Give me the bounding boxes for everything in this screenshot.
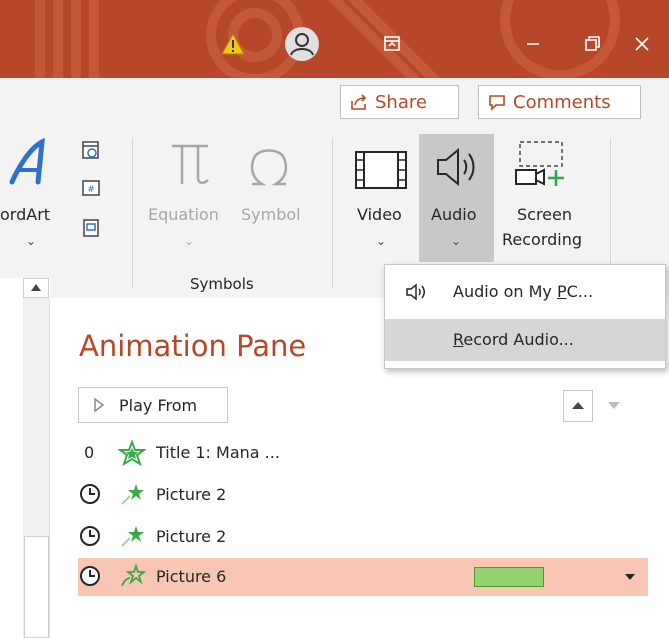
title-bar-pattern bbox=[35, 0, 620, 78]
minimize-icon[interactable] bbox=[515, 28, 551, 60]
animation-item[interactable]: 0 Title 1: Mana ... bbox=[78, 434, 648, 472]
share-icon bbox=[351, 94, 367, 110]
ribbon-separator bbox=[132, 138, 133, 288]
play-icon bbox=[94, 397, 105, 413]
caret-down-icon bbox=[608, 402, 620, 409]
animation-item[interactable]: Picture 2 bbox=[78, 476, 648, 514]
emphasis-star-icon bbox=[121, 526, 144, 547]
animation-item[interactable]: Picture 2 bbox=[78, 518, 648, 556]
equation-icon[interactable] bbox=[168, 138, 212, 188]
symbols-group-label: Symbols bbox=[190, 275, 254, 293]
menu-item-label: Record Audio... bbox=[453, 330, 574, 349]
entrance-star-icon bbox=[118, 440, 146, 466]
screen-recording-icon[interactable] bbox=[512, 140, 570, 192]
date-time-icon[interactable] bbox=[80, 138, 102, 162]
menu-item-label: Audio on My PC... bbox=[453, 282, 594, 301]
play-from-label: Play From bbox=[119, 395, 198, 415]
svg-text:#: # bbox=[87, 185, 95, 195]
ribbon-display-options-icon[interactable] bbox=[374, 28, 410, 60]
record-audio-menu-item[interactable]: Record Audio... bbox=[385, 319, 665, 361]
audio-on-my-pc-menu-item[interactable]: Audio on My PC... bbox=[385, 271, 665, 313]
caret-up-icon bbox=[572, 402, 584, 409]
share-label: Share bbox=[375, 91, 427, 113]
animation-item-label: Picture 6 bbox=[156, 567, 227, 586]
animation-item-label: Title 1: Mana ... bbox=[156, 443, 280, 462]
wordart-icon[interactable] bbox=[8, 138, 48, 188]
equation-label[interactable]: Equation bbox=[148, 205, 219, 224]
user-avatar-icon[interactable] bbox=[285, 27, 319, 61]
timing-bar[interactable] bbox=[474, 567, 544, 587]
chevron-down-icon[interactable]: ⌄ bbox=[26, 234, 36, 248]
close-icon[interactable] bbox=[624, 28, 660, 60]
play-from-button[interactable]: Play From bbox=[78, 387, 228, 423]
share-bar: Share Comments bbox=[0, 78, 669, 130]
vertical-scrollbar[interactable] bbox=[0, 278, 50, 638]
restore-icon[interactable] bbox=[574, 28, 610, 60]
emphasis-star-icon bbox=[121, 484, 144, 505]
scrollbar-thumb[interactable] bbox=[24, 536, 49, 638]
comments-button[interactable]: Comments bbox=[478, 85, 641, 119]
animation-item-label: Picture 2 bbox=[156, 527, 227, 546]
move-later-button[interactable] bbox=[600, 390, 630, 422]
animation-item-label: Picture 2 bbox=[156, 485, 227, 504]
clock-icon bbox=[80, 566, 100, 586]
motion-star-icon bbox=[121, 564, 146, 587]
audio-label[interactable]: Audio bbox=[431, 205, 476, 224]
chevron-down-icon[interactable]: ⌄ bbox=[451, 234, 461, 248]
slide-number-icon[interactable]: # bbox=[80, 178, 102, 200]
animation-item-selected[interactable]: Picture 6 bbox=[78, 558, 648, 596]
chevron-down-icon[interactable]: ⌄ bbox=[376, 234, 386, 248]
comment-icon bbox=[489, 95, 505, 111]
object-icon[interactable] bbox=[80, 216, 102, 240]
clock-icon bbox=[80, 484, 100, 504]
video-icon[interactable] bbox=[354, 150, 408, 190]
screen-recording-label-line1[interactable]: Screen bbox=[517, 205, 572, 224]
speaker-icon[interactable] bbox=[432, 142, 482, 192]
move-earlier-button[interactable] bbox=[563, 390, 593, 422]
comments-label: Comments bbox=[513, 91, 611, 113]
omega-symbol-icon[interactable] bbox=[246, 138, 292, 188]
speaker-icon bbox=[406, 283, 425, 301]
animation-order-number: 0 bbox=[84, 443, 95, 462]
caret-up-icon bbox=[31, 284, 41, 291]
chevron-down-icon[interactable]: ⌄ bbox=[184, 234, 194, 248]
clock-icon bbox=[80, 526, 100, 546]
dropdown-arrow-icon[interactable] bbox=[623, 570, 637, 584]
audio-dropdown-menu: Audio on My PC... Record Audio... bbox=[384, 264, 666, 369]
screen-recording-label-line2[interactable]: Recording bbox=[502, 230, 582, 249]
share-button[interactable]: Share bbox=[340, 85, 459, 119]
symbol-label[interactable]: Symbol bbox=[241, 205, 301, 224]
ribbon-separator bbox=[332, 138, 333, 288]
pane-title: Animation Pane bbox=[79, 329, 307, 363]
title-bar bbox=[0, 0, 669, 78]
warning-icon[interactable] bbox=[221, 33, 245, 55]
video-label[interactable]: Video bbox=[357, 205, 402, 224]
scroll-up-button[interactable] bbox=[23, 278, 49, 298]
wordart-label[interactable]: ordArt bbox=[0, 205, 50, 224]
